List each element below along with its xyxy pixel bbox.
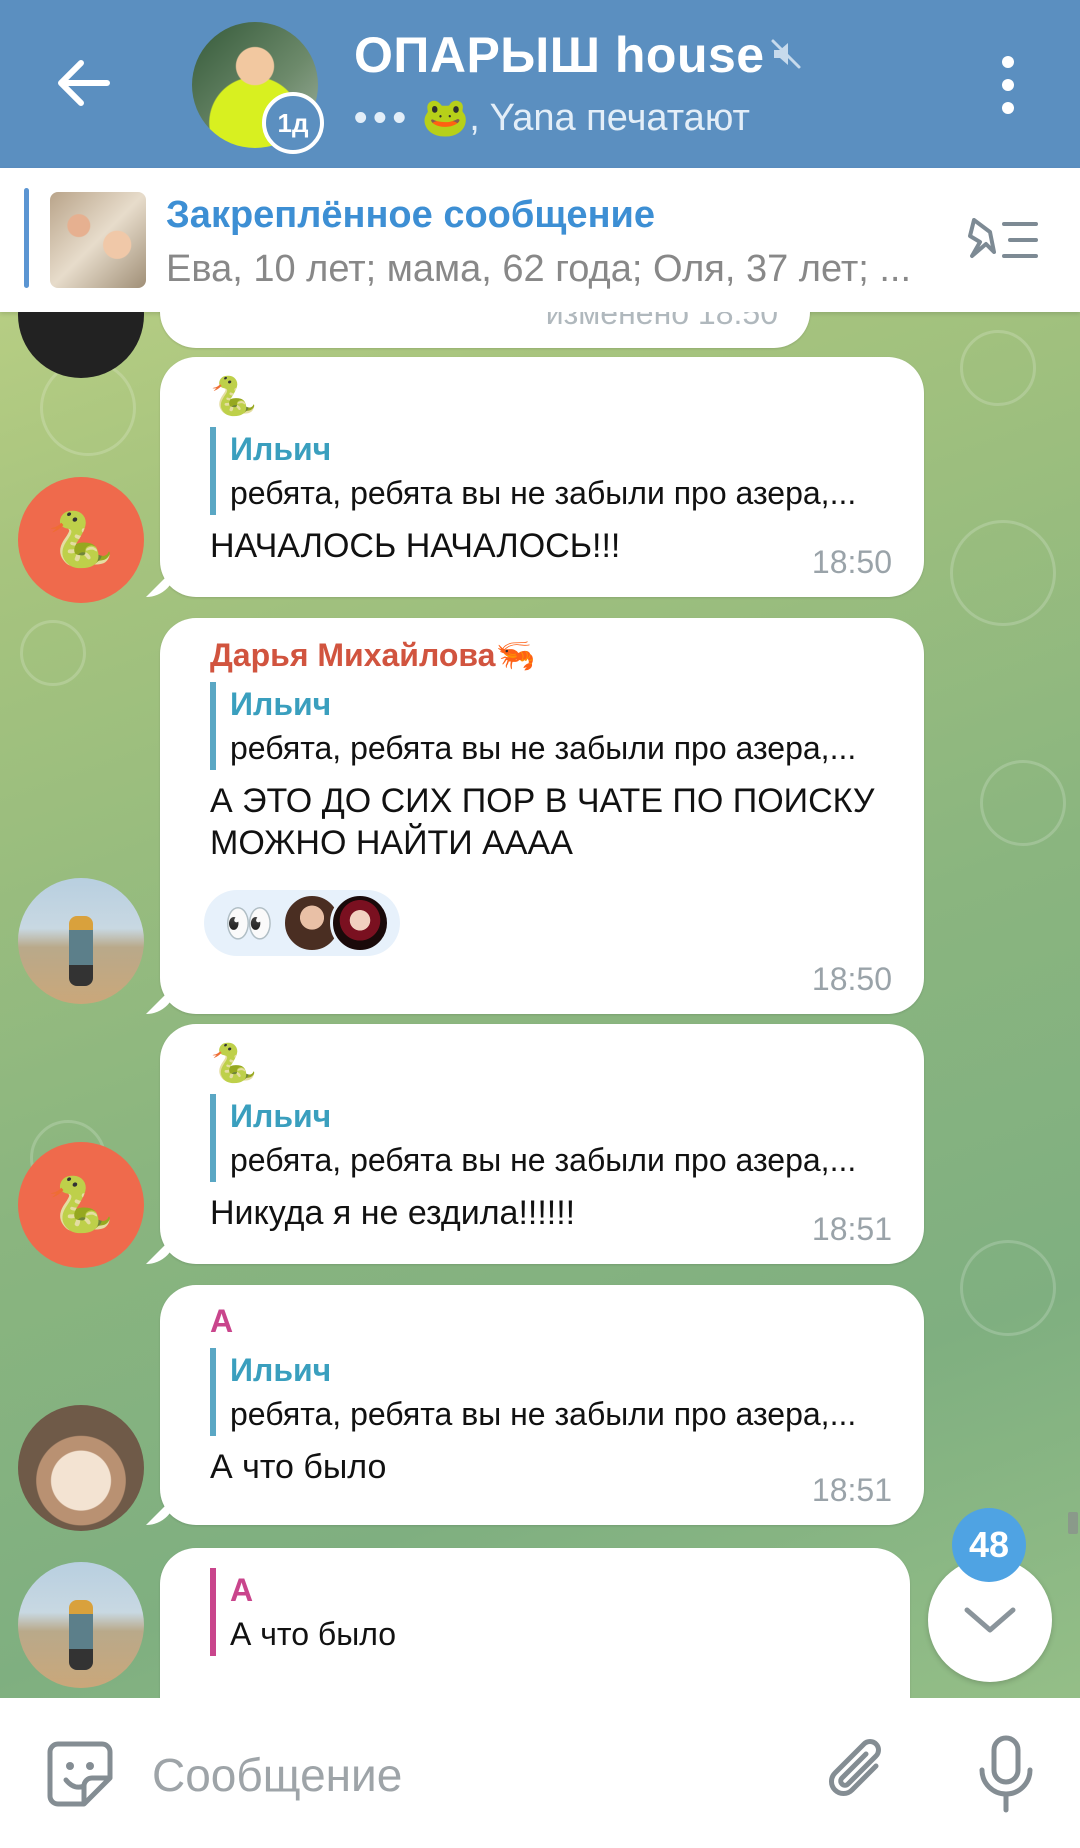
reply-quote[interactable]: Ильич ребята, ребята вы не забыли про аз… (210, 1094, 890, 1182)
message-time: 18:50 (811, 961, 892, 997)
message-edited-time: изменено 18:50 (545, 312, 778, 331)
message-bubble-partial[interactable]: изменено 18:50 (160, 312, 810, 348)
message-bubble[interactable]: 🐍 Ильич ребята, ребята вы не забыли про … (160, 357, 924, 597)
message-list[interactable]: изменено 18:50 🐍 Ильич ребята, ребята вы… (0, 312, 1080, 1698)
message-text-line-2: МОЖНО НАЙТИ АААА (210, 824, 573, 862)
pinned-text: Ева, 10 лет; мама, 62 года; Оля, 37 лет;… (166, 248, 912, 290)
message-sender[interactable]: Дарья Михайлова🦐 (210, 636, 890, 674)
avatar-snake[interactable]: 🐍 (18, 477, 144, 603)
microphone-icon[interactable] (974, 1732, 1038, 1816)
message-time: 18:51 (811, 1211, 892, 1247)
back-button[interactable] (48, 48, 118, 118)
reply-author: Ильич (230, 1098, 332, 1134)
reply-author: Ильич (230, 431, 332, 467)
reply-quote[interactable]: А А что было (210, 1568, 876, 1656)
message-text: НАЧАЛОСЬ НАЧАЛОСЬ!!! (210, 527, 621, 565)
chat-title[interactable]: ОПАРЫШ house (354, 26, 765, 84)
message-time: 18:50 (811, 544, 892, 580)
avatar[interactable] (18, 312, 144, 378)
scrollbar-thumb[interactable] (1068, 1512, 1078, 1534)
reply-quote[interactable]: Ильич ребята, ребята вы не забыли про аз… (210, 427, 890, 515)
typing-text: , Yana печатают (469, 96, 750, 139)
message-bubble[interactable]: Дарья Михайлова🦐 Ильич ребята, ребята вы… (160, 618, 924, 1014)
avatar-beach[interactable] (18, 878, 144, 1004)
message-time: 18:51 (811, 1472, 892, 1508)
message-sender[interactable]: А (210, 1303, 890, 1340)
reply-text: А что было (230, 1616, 397, 1652)
pinned-list-icon[interactable] (964, 212, 1040, 268)
message-sender[interactable]: 🐍 (210, 1042, 890, 1086)
avatar-beach[interactable] (18, 1562, 144, 1688)
pinned-message-bar[interactable]: Закреплённое сообщение Ева, 10 лет; мама… (0, 168, 1080, 312)
back-arrow-icon (58, 60, 110, 106)
message-text-line-1: А ЭТО ДО СИХ ПОР В ЧАТЕ ПО ПОИСКУ (210, 782, 875, 820)
reply-author: А (230, 1572, 254, 1608)
pinned-title: Закреплённое сообщение (166, 194, 656, 236)
pinned-indicator (24, 188, 29, 288)
reply-text: ребята, ребята вы не забыли про азера,..… (230, 1396, 857, 1432)
eyes-reaction-icon: 👀 (224, 901, 274, 946)
unread-count-badge: 48 (952, 1508, 1026, 1582)
reply-quote[interactable]: Ильич ребята, ребята вы не забыли про аз… (210, 1348, 890, 1436)
message-input[interactable] (150, 1732, 794, 1818)
typing-status: ••• 🐸 , Yana печатают (354, 96, 750, 140)
reactor-avatar (329, 893, 390, 953)
reply-text: ребята, ребята вы не забыли про азера,..… (230, 1142, 857, 1178)
sticker-icon[interactable] (44, 1738, 116, 1810)
story-badge: 1д (262, 92, 324, 154)
message-bubble[interactable]: А Ильич ребята, ребята вы не забыли про … (160, 1285, 924, 1525)
reply-quote[interactable]: Ильич ребята, ребята вы не забыли про аз… (210, 682, 890, 770)
pinned-thumbnail (50, 192, 146, 288)
message-composer (0, 1698, 1080, 1848)
message-bubble[interactable]: А А что было (160, 1548, 910, 1698)
reaction-chip[interactable]: 👀 (204, 890, 400, 956)
reply-text: ребята, ребята вы не забыли про азера,..… (230, 475, 857, 511)
avatar-cat[interactable] (18, 1405, 144, 1531)
typing-dots: ••• (354, 96, 412, 139)
reply-author: Ильич (230, 1352, 332, 1388)
message-sender[interactable]: 🐍 (210, 375, 890, 419)
menu-dots-icon[interactable] (980, 50, 1036, 120)
message-text: А что было (210, 1448, 387, 1486)
message-text: Никуда я не ездила!!!!!! (210, 1194, 576, 1232)
typing-emoji: 🐸 (421, 97, 470, 139)
mute-icon (771, 39, 801, 69)
avatar-snake[interactable]: 🐍 (18, 1142, 144, 1268)
message-bubble[interactable]: 🐍 Ильич ребята, ребята вы не забыли про … (160, 1024, 924, 1264)
reply-author: Ильич (230, 686, 332, 722)
chat-header: 1д ОПАРЫШ house ••• 🐸 , Yana печатают (0, 0, 1080, 168)
paperclip-icon[interactable] (824, 1736, 894, 1812)
chevron-down-icon (964, 1607, 1016, 1633)
reply-text: ребята, ребята вы не забыли про азера,..… (230, 730, 857, 766)
